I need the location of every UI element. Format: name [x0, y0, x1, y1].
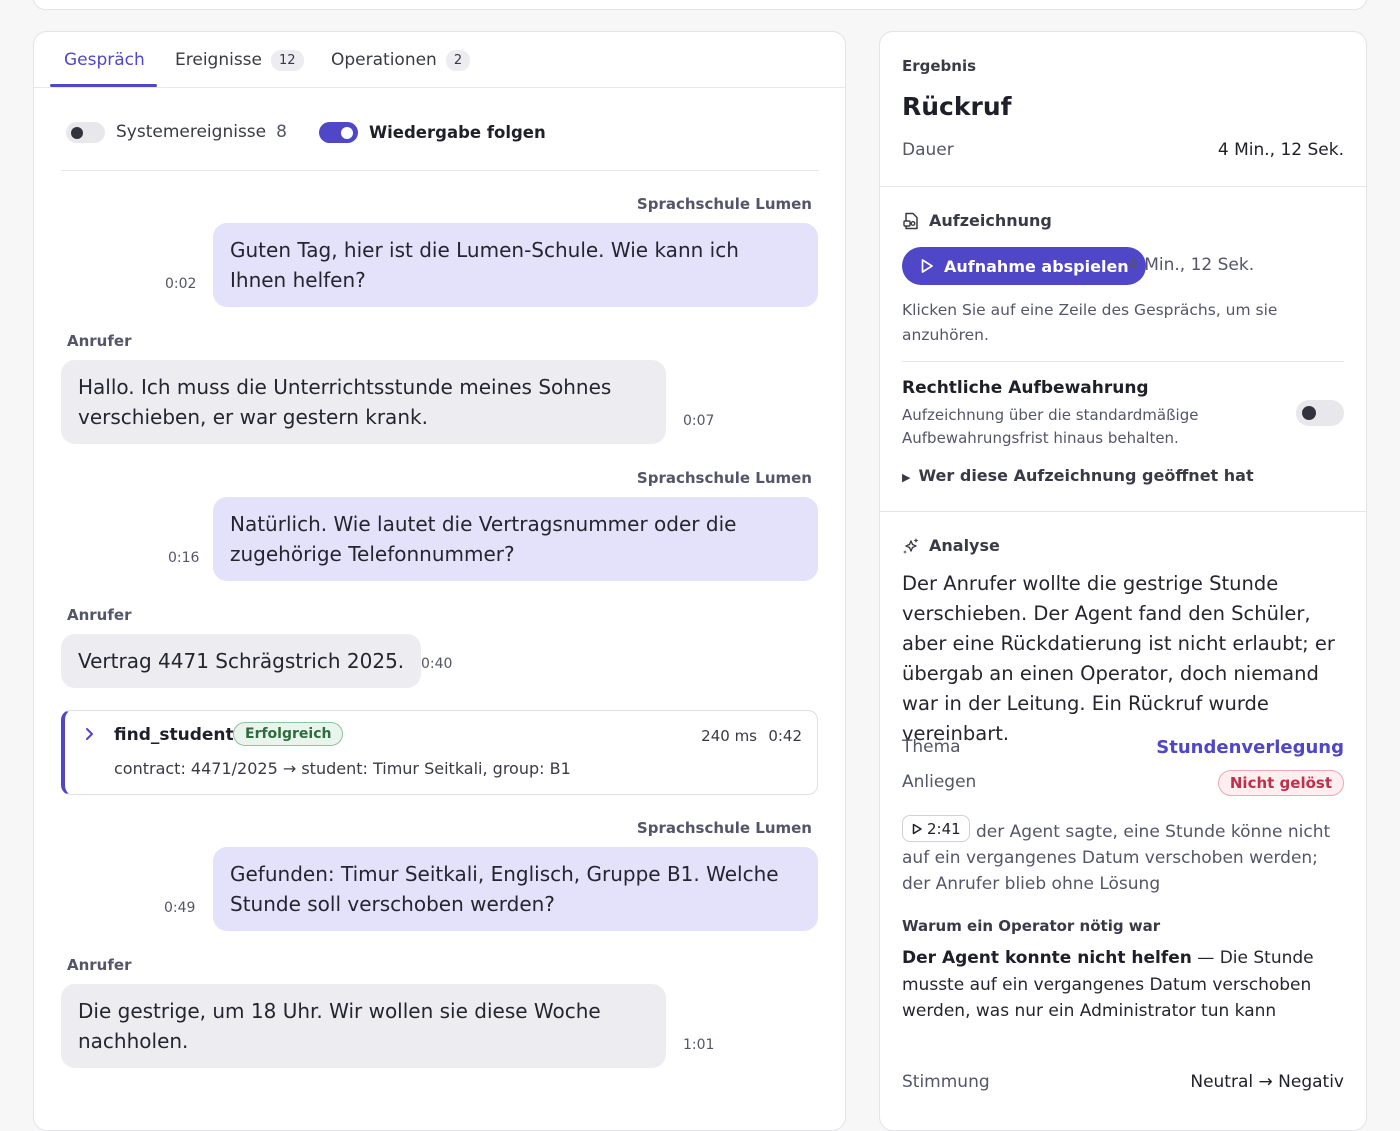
divider — [902, 361, 1344, 362]
issue-label: Anliegen — [902, 772, 977, 792]
analysis-section: Analyse Der Anrufer wollte die gestrige … — [880, 512, 1366, 1112]
message-time: 0:02 — [165, 276, 197, 292]
tab-events[interactable]: Ereignisse 12 — [175, 32, 304, 88]
details-panel: Ergebnis Rückruf Dauer 4 Min., 12 Sek. A… — [879, 31, 1367, 1131]
speaker-name: Sprachschule Lumen — [636, 819, 812, 837]
operator-reason-bold: Der Agent konnte nicht helfen — [902, 948, 1192, 968]
legal-hold-description: Aufzeichnung über die standardmäßige Auf… — [902, 406, 1199, 447]
count-badge: 2 — [445, 49, 471, 71]
tab-label: Operationen — [331, 50, 437, 70]
follow-playback-toggle[interactable] — [318, 121, 358, 143]
opened-by-disclosure[interactable]: ▶ Wer diese Aufzeichnung geöffnet hat — [902, 466, 1254, 485]
tool-detail: contract: 4471/2025 → student: Timur Sei… — [114, 759, 571, 778]
top-card — [33, 0, 1367, 10]
tab-label: Ereignisse — [175, 50, 263, 70]
tool-duration: 240 ms — [701, 727, 757, 745]
mood-label: Stimmung — [902, 1072, 990, 1092]
agent-message[interactable]: Guten Tag, hier ist die Lumen-Schule. Wi… — [213, 223, 818, 307]
caller-message[interactable]: Die gestrige, um 18 Uhr. Wir wollen sie … — [61, 984, 666, 1068]
caller-message[interactable]: Hallo. Ich muss die Unterrichtsstunde me… — [61, 360, 666, 444]
legal-hold-title: Rechtliche Aufbewahrung — [902, 378, 1149, 398]
tab-bar: Gespräch Ereignisse 12 Operationen 2 — [34, 32, 845, 88]
sparkles-icon — [903, 537, 919, 554]
speaker-name: Anrufer — [67, 606, 132, 624]
result-eyebrow: Ergebnis — [902, 57, 977, 75]
issue-status-badge: Nicht gelöst — [1217, 770, 1344, 796]
message-time: 1:01 — [683, 1037, 715, 1053]
divider — [61, 170, 819, 171]
play-recording-button[interactable]: Aufnahme abspielen — [902, 247, 1146, 285]
system-events-count: 8 — [276, 122, 287, 142]
recording-section: Aufzeichnung Aufnahme abspielen 4 Min., … — [880, 187, 1366, 512]
speaker-name: Anrufer — [67, 332, 132, 350]
recording-hint: Klicken Sie auf eine Zeile des Gesprächs… — [902, 301, 1278, 344]
speaker-name: Sprachschule Lumen — [636, 195, 812, 213]
caret-right-icon: ▶ — [902, 471, 911, 484]
message-time: 0:07 — [683, 413, 715, 429]
system-events-label: Systemereignisse — [116, 122, 267, 142]
duration-value: 4 Min., 12 Sek. — [1217, 140, 1344, 160]
result-title: Rückruf — [902, 92, 1012, 121]
operator-reason-title: Warum ein Operator nötig war — [902, 917, 1161, 935]
mood-value: Neutral → Negativ — [1190, 1072, 1344, 1092]
analysis-heading-label: Analyse — [929, 536, 1000, 555]
message-time: 0:49 — [164, 900, 196, 916]
timestamp-label: 2:41 — [927, 819, 961, 838]
system-events-toggle[interactable] — [66, 121, 105, 143]
speaker-name: Sprachschule Lumen — [636, 469, 812, 487]
count-badge: 12 — [271, 49, 304, 71]
message-time: 0:16 — [168, 550, 200, 566]
play-icon — [921, 259, 933, 273]
tab-operations[interactable]: Operationen 2 — [331, 32, 471, 88]
play-recording-label: Aufnahme abspielen — [944, 256, 1129, 276]
topic-value[interactable]: Stundenverlegung — [1156, 737, 1344, 758]
recording-heading: Aufzeichnung — [902, 211, 1052, 230]
timestamp-chip[interactable]: 2:41 — [902, 815, 970, 842]
agent-message[interactable]: Gefunden: Timur Seitkali, Englisch, Grup… — [213, 847, 818, 931]
result-section: Ergebnis Rückruf Dauer 4 Min., 12 Sek. — [880, 32, 1366, 187]
conversation-panel: Gespräch Ereignisse 12 Operationen 2 Sys… — [33, 31, 846, 1131]
analysis-summary: Der Anrufer wollte die gestrige Stunde v… — [902, 572, 1335, 745]
chevron-right-icon[interactable] — [85, 727, 95, 745]
caller-message[interactable]: Vertrag 4471 Schrägstrich 2025. — [61, 634, 422, 688]
speaker-name: Anrufer — [67, 956, 132, 974]
tab-conversation[interactable]: Gespräch — [64, 32, 145, 88]
agent-message[interactable]: Natürlich. Wie lautet die Vertragsnummer… — [213, 497, 818, 581]
tab-label: Gespräch — [64, 50, 145, 70]
tool-call-card[interactable]: find_student Erfolgreich 240 ms 0:42 con… — [61, 710, 818, 795]
legal-hold-toggle[interactable] — [1296, 400, 1344, 426]
tool-time: 0:42 — [768, 727, 802, 745]
operator-reason: Der Agent konnte nicht helfen — Die Stun… — [902, 945, 1346, 1025]
active-tab-indicator — [50, 84, 157, 87]
analysis-heading: Analyse — [902, 536, 1000, 555]
play-icon — [912, 823, 922, 834]
recording-length: 4 Min., 12 Sek. — [1128, 255, 1255, 275]
toggle-row: Systemereignisse 8 Wiedergabe folgen — [66, 120, 826, 144]
opened-by-label: Wer diese Aufzeichnung geöffnet hat — [918, 466, 1254, 485]
recording-heading-label: Aufzeichnung — [929, 211, 1052, 230]
message-time: 0:40 — [421, 656, 453, 672]
duration-label: Dauer — [902, 140, 954, 160]
recording-icon — [903, 212, 918, 229]
tool-name: find_student — [114, 725, 234, 745]
status-badge: Erfolgreich — [233, 722, 344, 746]
follow-playback-label: Wiedergabe folgen — [368, 122, 546, 142]
topic-label: Thema — [902, 737, 961, 757]
